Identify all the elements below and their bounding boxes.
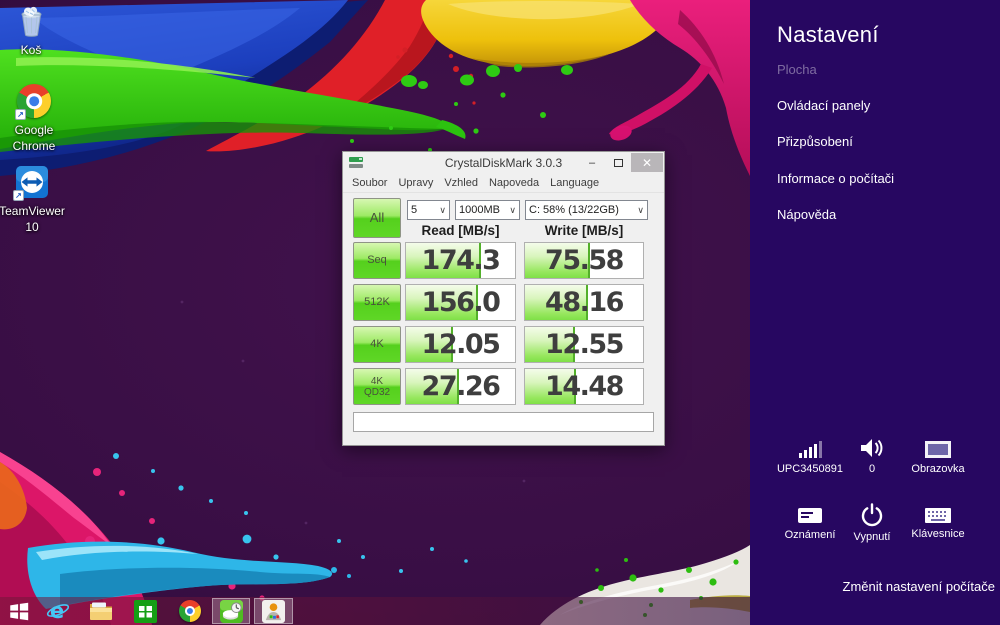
charm-item-ovladaci-panely[interactable]: Ovládací panely bbox=[777, 98, 870, 113]
shortcut-arrow-icon: ↗ bbox=[13, 190, 24, 201]
screen-icon bbox=[925, 441, 951, 458]
minimize-button[interactable]: – bbox=[579, 153, 605, 172]
volume-level: 0 bbox=[868, 463, 876, 475]
test-count-value: 5 bbox=[411, 204, 418, 216]
write-column-header: Write [MB/s] bbox=[544, 223, 624, 238]
taskbar-google-chrome[interactable] bbox=[177, 599, 203, 623]
screen-label: Obrazovka bbox=[911, 463, 965, 475]
4k-qd32-write-value: 14.48 bbox=[545, 371, 624, 402]
drive-select[interactable]: C: 58% (13/22GB) ∨ bbox=[525, 200, 648, 220]
keyboard-icon bbox=[925, 508, 951, 523]
menu-soubor[interactable]: Soubor bbox=[352, 177, 387, 189]
power-icon bbox=[861, 503, 883, 527]
512k-read-value: 156.0 bbox=[421, 287, 501, 318]
taskbar-start-button[interactable] bbox=[6, 599, 32, 623]
4k-qd32-read-value: 27.26 bbox=[421, 371, 501, 402]
desktop-icon-label: Google Chrome bbox=[12, 123, 56, 154]
recycle-bin-icon bbox=[21, 6, 41, 37]
taskbar-crystaldiskmark-running[interactable] bbox=[212, 598, 250, 624]
read-column-header: Read [MB/s] bbox=[421, 223, 500, 238]
chevron-down-icon: ∨ bbox=[439, 204, 446, 215]
settings-title: Nastavení bbox=[777, 22, 879, 47]
charm-item-informace-o-pocitaci[interactable]: Informace o počítači bbox=[777, 171, 894, 186]
keyboard-label: Klávesnice bbox=[911, 528, 965, 540]
4k-read-value: 12.05 bbox=[421, 329, 501, 360]
tile-keyboard[interactable]: Klávesnice bbox=[907, 507, 969, 540]
file-explorer-icon bbox=[90, 602, 112, 620]
chevron-down-icon: ∨ bbox=[509, 204, 516, 215]
tile-volume[interactable]: 0 bbox=[841, 437, 903, 475]
window-titlebar[interactable]: CrystalDiskMark 3.0.3 – ✕ bbox=[343, 152, 664, 174]
notifications-icon bbox=[798, 508, 822, 523]
maximize-button[interactable] bbox=[605, 153, 631, 172]
svg-text:e: e bbox=[50, 599, 64, 623]
taskbar-internet-explorer[interactable]: e bbox=[45, 599, 71, 623]
menu-vzhled[interactable]: Vzhled bbox=[444, 177, 478, 189]
taskbar-image-viewer-running[interactable] bbox=[254, 598, 293, 624]
desktop-icon-google-chrome[interactable]: ↗ Google Chrome bbox=[6, 84, 62, 154]
desktop-icon-label: TeamViewer 10 bbox=[0, 204, 65, 235]
network-name: UPC3450891 bbox=[776, 463, 844, 475]
512k-read-cell: 156.0 bbox=[405, 284, 516, 321]
seq-read-cell: 174.3 bbox=[405, 242, 516, 279]
crystaldiskmark-icon bbox=[219, 599, 243, 623]
4k-read-cell: 12.05 bbox=[405, 326, 516, 363]
shortcut-arrow-icon: ↗ bbox=[15, 109, 26, 120]
menu-bar: Soubor Upravy Vzhled Napoveda Language bbox=[343, 174, 664, 193]
tile-network[interactable]: UPC3450891 bbox=[776, 439, 844, 475]
charm-item-plocha[interactable]: Plocha bbox=[777, 62, 817, 77]
menu-upravy[interactable]: Upravy bbox=[398, 177, 433, 189]
chevron-down-icon: ∨ bbox=[637, 204, 644, 215]
crystaldiskmark-window: CrystalDiskMark 3.0.3 – ✕ Soubor Upravy … bbox=[342, 151, 665, 446]
internet-explorer-icon: e bbox=[46, 599, 70, 623]
screen: Koš ↗ Google Chrome ↗ TeamViewer 10 Crys… bbox=[0, 0, 1000, 625]
run-all-button[interactable]: All bbox=[353, 198, 401, 238]
512k-write-cell: 48.16 bbox=[524, 284, 644, 321]
charm-item-napoveda[interactable]: Nápověda bbox=[777, 207, 836, 222]
network-signal-icon bbox=[799, 441, 822, 458]
taskbar-windows-store[interactable] bbox=[132, 599, 158, 623]
tile-power[interactable]: Vypnutí bbox=[841, 503, 903, 543]
taskbar: e bbox=[0, 597, 750, 625]
seq-read-value: 174.3 bbox=[421, 245, 501, 276]
desktop-icon-recycle-bin[interactable]: Koš bbox=[4, 5, 58, 58]
drive-value: C: 58% (13/22GB) bbox=[529, 204, 619, 216]
test-size-select[interactable]: 1000MB ∨ bbox=[455, 200, 520, 220]
test-count-select[interactable]: 5 ∨ bbox=[407, 200, 450, 220]
desktop-icon-label: Koš bbox=[20, 43, 42, 57]
4k-qd32-read-cell: 27.26 bbox=[405, 368, 516, 405]
tile-notifications[interactable]: Oznámení bbox=[779, 506, 841, 541]
windows-start-icon bbox=[10, 602, 29, 620]
seq-test-button[interactable]: Seq bbox=[353, 242, 401, 279]
4k-write-cell: 12.55 bbox=[524, 326, 644, 363]
4k-qd32-write-cell: 14.48 bbox=[524, 368, 644, 405]
4k-test-button[interactable]: 4K bbox=[353, 326, 401, 363]
seq-write-value: 75.58 bbox=[545, 245, 624, 276]
4k-write-value: 12.55 bbox=[545, 329, 624, 360]
settings-charm-panel: Nastavení Plocha Ovládací panely Přizpůs… bbox=[750, 0, 1000, 625]
test-size-value: 1000MB bbox=[459, 204, 500, 216]
windows-store-icon bbox=[133, 599, 157, 623]
tile-screen[interactable]: Obrazovka bbox=[907, 440, 969, 475]
notifications-label: Oznámení bbox=[784, 529, 836, 541]
comment-field[interactable] bbox=[353, 412, 654, 432]
image-viewer-icon bbox=[262, 599, 285, 623]
512k-write-value: 48.16 bbox=[545, 287, 624, 318]
close-button[interactable]: ✕ bbox=[631, 153, 663, 172]
4k-qd32-test-button[interactable]: 4K QD32 bbox=[353, 368, 401, 405]
512k-test-button[interactable]: 512K bbox=[353, 284, 401, 321]
menu-napoveda[interactable]: Napoveda bbox=[489, 177, 539, 189]
menu-language[interactable]: Language bbox=[550, 177, 599, 189]
charm-item-prizpusobeni[interactable]: Přizpůsobení bbox=[777, 134, 853, 149]
seq-write-cell: 75.58 bbox=[524, 242, 644, 279]
taskbar-file-explorer[interactable] bbox=[88, 599, 114, 623]
power-label: Vypnutí bbox=[853, 531, 891, 543]
chrome-icon bbox=[179, 600, 201, 622]
change-pc-settings-link[interactable]: Změnit nastavení počítače bbox=[843, 579, 995, 594]
volume-icon bbox=[861, 439, 883, 457]
desktop-icon-teamviewer[interactable]: ↗ TeamViewer 10 bbox=[0, 165, 65, 235]
